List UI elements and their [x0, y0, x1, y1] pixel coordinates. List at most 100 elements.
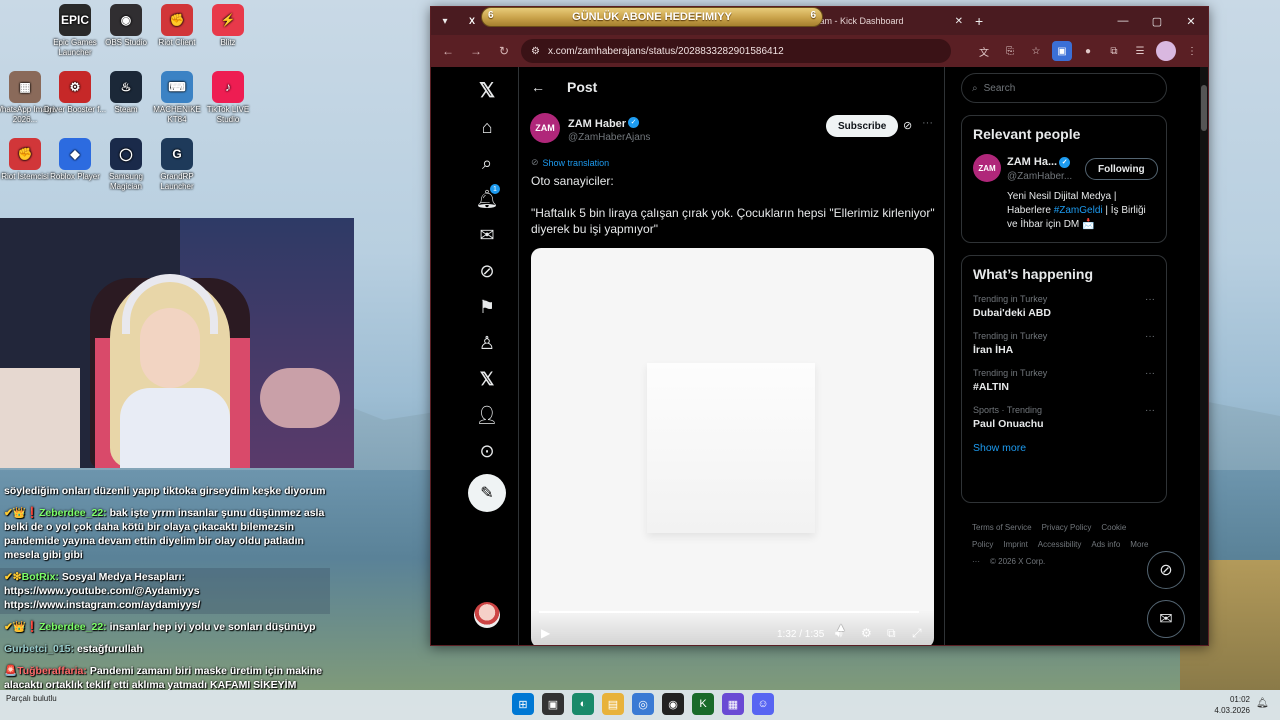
- grok-icon[interactable]: ⊘: [903, 119, 912, 132]
- maximize-button[interactable]: ▢: [1140, 7, 1174, 35]
- puzzle-icon[interactable]: ⧉: [1104, 41, 1124, 61]
- trend-item[interactable]: Trending in Turkey Dubai'deki ABD ···: [973, 294, 1155, 319]
- settings-gear-icon[interactable]: ⚙: [861, 626, 872, 640]
- video-time: 1:32 / 1:35: [777, 629, 825, 640]
- site-info-icon[interactable]: ⚙: [531, 46, 540, 57]
- footer-link[interactable]: Ads info: [1091, 540, 1120, 549]
- post-author[interactable]: ZAM ZAM Haber ✓ @ZamHaberAjans: [530, 113, 650, 143]
- new-tab-button[interactable]: +: [975, 13, 983, 29]
- compose-post-button[interactable]: ✎: [468, 474, 506, 512]
- notifications-icon[interactable]: 🔔︎ 1: [474, 184, 500, 212]
- fullscreen-icon[interactable]: ⤢: [912, 626, 922, 641]
- chat-text: estağfurullah: [74, 643, 143, 655]
- following-button[interactable]: Following: [1085, 158, 1158, 180]
- close-button[interactable]: ✕: [1174, 7, 1208, 35]
- extension-icon[interactable]: ▣: [1052, 41, 1072, 61]
- desktop-icon[interactable]: ⚡ Blitz: [195, 4, 261, 48]
- more-icon[interactable]: ⊙: [474, 438, 500, 464]
- author-avatar[interactable]: ZAM: [530, 113, 560, 143]
- x-logo-icon[interactable]: 𝕏: [474, 77, 500, 103]
- post-text-line-1: Oto sanayiciler:: [531, 174, 614, 188]
- kick-icon[interactable]: K: [692, 693, 714, 715]
- desktop-icon[interactable]: ♪ TikTok LIVE Studio: [195, 71, 261, 125]
- search-input[interactable]: ⌕ Search: [961, 73, 1167, 103]
- weather-widget[interactable]: Parçalı bulutlu: [6, 694, 57, 704]
- task-view-icon[interactable]: ▣: [542, 693, 564, 715]
- person-handle[interactable]: @ZamHaber...: [1007, 171, 1072, 182]
- reload-icon[interactable]: ↻: [493, 40, 515, 62]
- explore-icon[interactable]: ⌕: [474, 150, 500, 176]
- profile-avatar[interactable]: [1156, 41, 1176, 61]
- forward-icon[interactable]: →: [465, 40, 487, 62]
- video-progress-bar[interactable]: [539, 611, 919, 613]
- stream-chat: söylediğim onları düzenli yapıp tiktoka …: [0, 482, 330, 698]
- person-avatar[interactable]: ZAM: [973, 154, 1001, 182]
- video-player[interactable]: ▶ 1:32 / 1:35 🔊︎ ⚙ ⧉ ⤢: [531, 248, 934, 645]
- messages-icon[interactable]: ✉: [474, 222, 500, 248]
- tab-kick-dashboard[interactable]: tream - Kick Dashboard ✕: [801, 9, 971, 33]
- app-icon[interactable]: ▦: [722, 693, 744, 715]
- trend-more-icon[interactable]: ···: [1145, 368, 1155, 379]
- relevant-person[interactable]: ZAM ZAM Ha... ✓ @ZamHaber... Following: [973, 154, 1158, 190]
- hashtag-link[interactable]: #ZamGeldi: [1054, 205, 1103, 216]
- app-icon: EPIC: [59, 4, 91, 36]
- browser-window: ▾ X tream - Kick Dashboard ✕ + — ▢ ✕ 6 G…: [430, 6, 1209, 646]
- premium-icon[interactable]: 𝕏: [474, 366, 500, 392]
- app-icon: ♪: [212, 71, 244, 103]
- home-icon[interactable]: ⌂: [474, 114, 500, 140]
- minimize-button[interactable]: —: [1106, 7, 1140, 35]
- translate-icon[interactable]: 文: [974, 41, 994, 61]
- show-more-link[interactable]: Show more: [973, 442, 1155, 454]
- file-explorer-icon[interactable]: ▤: [602, 693, 624, 715]
- chrome-icon[interactable]: ◎: [632, 693, 654, 715]
- grok-icon[interactable]: ⊘: [474, 258, 500, 284]
- chat-username: Gurbetci_015:: [4, 643, 75, 655]
- trend-item[interactable]: Trending in Turkey İran İHA ···: [973, 331, 1155, 356]
- author-name[interactable]: ZAM Haber: [568, 118, 626, 130]
- start-icon[interactable]: ⊞: [512, 693, 534, 715]
- extension-icon-2[interactable]: ●: [1078, 41, 1098, 61]
- footer-link[interactable]: Privacy Policy: [1042, 523, 1092, 532]
- footer-link[interactable]: Accessibility: [1038, 540, 1082, 549]
- bookmark-star-icon[interactable]: ☆: [1026, 41, 1046, 61]
- play-icon[interactable]: ▶: [541, 626, 550, 640]
- author-handle[interactable]: @ZamHaberAjans: [568, 132, 650, 143]
- account-avatar[interactable]: [474, 602, 500, 628]
- queue-icon[interactable]: ☰: [1130, 41, 1150, 61]
- jobs-icon[interactable]: ♙: [474, 330, 500, 356]
- pip-icon[interactable]: ⧉: [887, 626, 896, 641]
- trend-more-icon[interactable]: ···: [1145, 294, 1155, 305]
- trend-item[interactable]: Trending in Turkey #ALTIN ···: [973, 368, 1155, 393]
- close-icon[interactable]: ✕: [955, 16, 963, 27]
- notification-bell-icon[interactable]: 🔔︎: [1256, 698, 1269, 709]
- system-clock[interactable]: 01:02 4.03.2026: [1210, 694, 1250, 716]
- cast-icon[interactable]: ⎘: [1000, 41, 1020, 61]
- bookmarks-icon[interactable]: ⚑: [474, 294, 500, 320]
- more-options-icon[interactable]: ···: [922, 117, 933, 129]
- messages-fab-button[interactable]: ✉: [1147, 600, 1185, 638]
- profile-icon[interactable]: 👤︎: [474, 402, 500, 428]
- back-icon[interactable]: ←: [437, 40, 459, 62]
- trend-item[interactable]: Sports · Trending Paul Onuachu ···: [973, 405, 1155, 430]
- subscribe-button[interactable]: Subscribe: [826, 115, 899, 137]
- grok-fab-button[interactable]: ⊘: [1147, 551, 1185, 589]
- edge-icon[interactable]: ◐: [572, 693, 594, 715]
- page-scrollbar[interactable]: [1200, 67, 1208, 645]
- footer-link[interactable]: © 2026 X Corp.: [990, 557, 1045, 566]
- chat-username: Zeberdee_22:: [38, 507, 107, 519]
- obs-icon[interactable]: ◉: [662, 693, 684, 715]
- footer-link[interactable]: Terms of Service: [972, 523, 1032, 532]
- trend-more-icon[interactable]: ···: [1145, 405, 1155, 416]
- app-icon: ◆: [59, 138, 91, 170]
- footer-link[interactable]: Imprint: [1003, 540, 1027, 549]
- discord-icon[interactable]: ☺: [752, 693, 774, 715]
- person-name[interactable]: ZAM Ha... ✓: [1007, 156, 1071, 168]
- show-translation-link[interactable]: ⊘ Show translation: [531, 157, 609, 168]
- back-arrow-icon[interactable]: ←: [531, 79, 545, 95]
- url-field[interactable]: ⚙ x.com/zamhaberajans/status/20288332829…: [521, 39, 951, 63]
- desktop-icon-label: GrandRP Launcher: [160, 172, 194, 191]
- trend-more-icon[interactable]: ···: [1145, 331, 1155, 342]
- desktop-icon[interactable]: G GrandRP Launcher: [144, 138, 210, 192]
- menu-dots-icon[interactable]: ⋮: [1182, 41, 1202, 61]
- tab-search-icon[interactable]: ▾: [435, 11, 455, 31]
